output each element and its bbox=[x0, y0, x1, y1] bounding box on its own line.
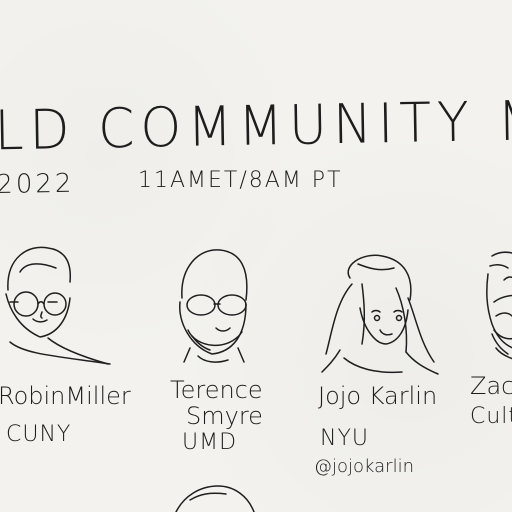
speaker-jojo-portrait bbox=[321, 254, 439, 375]
speaker-zac-name: Zac bbox=[470, 372, 512, 400]
speaker-jojo-handle: @jojokarlin bbox=[314, 456, 414, 477]
sketch-page: LD COMMUNITY MEETU 2022 11AMET/8AM PT Ro… bbox=[0, 0, 512, 512]
speaker-terence-portrait bbox=[179, 249, 248, 363]
partial-portrait-bottom bbox=[175, 485, 255, 512]
event-title: LD COMMUNITY MEETU bbox=[0, 86, 512, 163]
speaker-robin-affiliation: CUNY bbox=[6, 422, 72, 447]
speaker-jojo-name: Jojo Karlin bbox=[318, 382, 438, 410]
speaker-robin-portrait bbox=[5, 246, 111, 365]
speaker-terence-name-line2: Smyre bbox=[186, 402, 263, 430]
speaker-zac-affiliation: Cult bbox=[470, 404, 512, 429]
speaker-terence-name-line1: Terence bbox=[170, 376, 263, 404]
speaker-terence-affiliation: UMD bbox=[182, 430, 238, 455]
speaker-jojo-affiliation: NYU bbox=[320, 426, 369, 451]
event-date: 2022 bbox=[0, 168, 75, 200]
speaker-robin-name: RobinMiller bbox=[0, 382, 131, 410]
event-time: 11AMET/8AM PT bbox=[138, 168, 343, 193]
speaker-zac-portrait bbox=[486, 251, 512, 360]
